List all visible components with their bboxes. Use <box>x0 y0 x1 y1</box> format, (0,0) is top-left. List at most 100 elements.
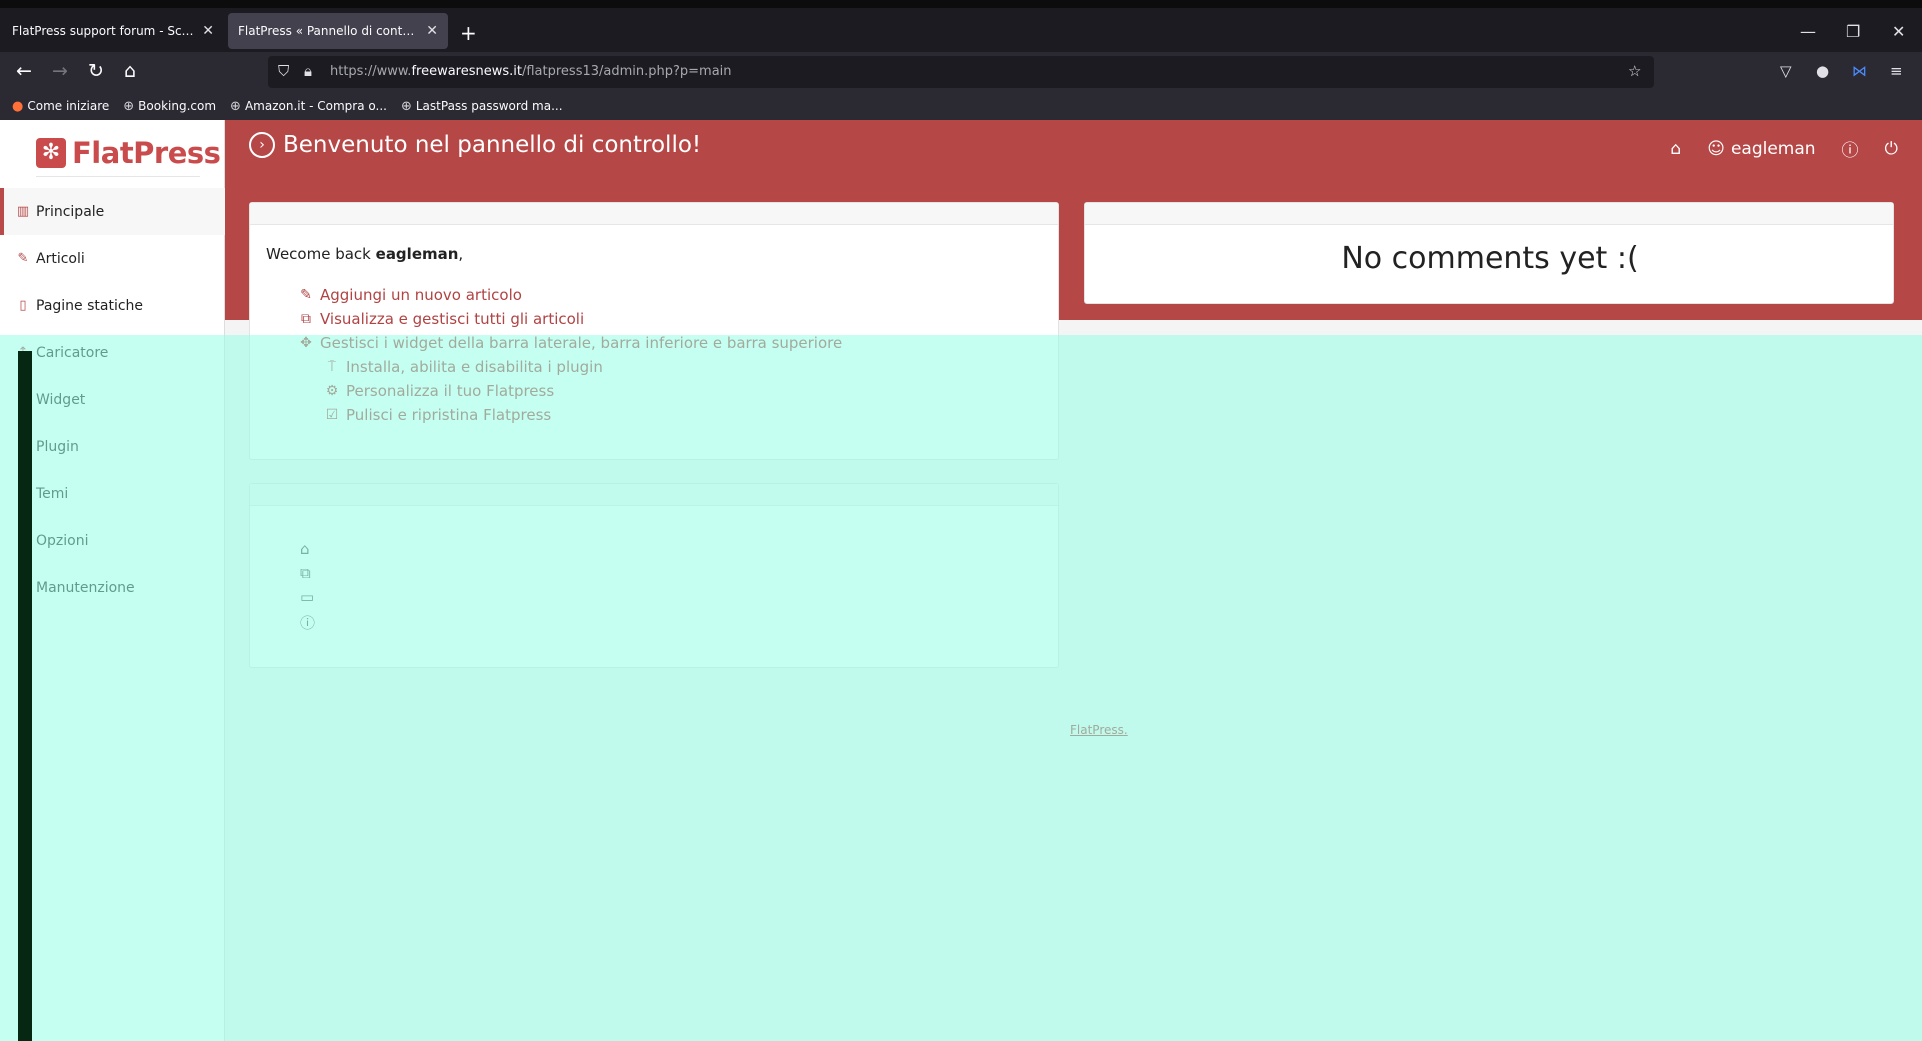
home-icon[interactable]: ⌂ <box>300 540 315 564</box>
globe-icon: ⊕ <box>123 98 135 114</box>
sidebar-item-label: Articoli <box>36 250 85 267</box>
sidebar-item-label: Opzioni <box>36 532 89 549</box>
nav-bar: ← → ↻ ⌂ ⛉ 🔒︎ https://www.freewaresnews.i… <box>0 52 1922 92</box>
bookmark-item[interactable]: ⊕ Booking.com <box>123 99 216 114</box>
lock-icon[interactable]: 🔒︎ <box>304 62 312 80</box>
document-icon: ▯ <box>19 298 27 313</box>
browser-chrome: FlatPress support forum - Scrivi un mess… <box>0 0 1922 120</box>
menu-icon[interactable]: ≡ <box>1890 62 1903 80</box>
reload-icon[interactable]: ↻ <box>88 60 104 82</box>
help-icon[interactable]: ⓘ <box>300 612 315 636</box>
tab-bar: FlatPress support forum - Scrivi un mess… <box>0 8 1922 52</box>
forward-icon[interactable]: → <box>52 60 68 82</box>
sidebar-item-label: Manutenzione <box>36 579 135 596</box>
flatpress-logo[interactable]: ✻ FlatPress <box>36 128 221 178</box>
grammarly-icon[interactable]: ● <box>1816 62 1829 80</box>
tab-label: FlatPress « Pannello di controllo « Prin… <box>238 24 418 38</box>
user-menu[interactable]: ☺ eagleman <box>1707 139 1815 159</box>
pen-icon: ✎ <box>17 251 29 266</box>
url-text: https://www.freewaresnews.it/flatpress13… <box>330 64 732 79</box>
sidebar-item-label: Caricatore <box>36 344 109 361</box>
sidebar-item-label: Plugin <box>36 438 79 455</box>
bookmark-item[interactable]: ● Come iniziare <box>12 99 109 114</box>
header-actions: ⌂ ☺ eagleman ⓘ ⏻ <box>1670 136 1898 162</box>
sidebar-item-articoli[interactable]: ✎ Articoli <box>0 235 225 282</box>
chart-icon: ▥ <box>16 204 30 219</box>
sidebar-item-label: Widget <box>36 391 86 408</box>
comment-icon[interactable]: ▭ <box>300 588 315 612</box>
shield-icon[interactable]: ⛉ <box>278 62 289 80</box>
window-close-icon[interactable]: ✕ <box>1892 22 1905 41</box>
copy-icon: ⧉ <box>301 311 311 327</box>
username: eagleman <box>1730 138 1816 159</box>
card-header <box>250 203 1058 225</box>
admin-sidebar: ✻ FlatPress ▥ Principale ✎ Articoli ▯ Pa… <box>0 120 225 1041</box>
back-icon[interactable]: ← <box>16 60 32 82</box>
logo-mark-icon: ✻ <box>36 138 66 168</box>
sidebar-item-pagine-statiche[interactable]: ▯ Pagine statiche <box>0 282 225 329</box>
copy-icon[interactable]: ⧉ <box>300 564 315 588</box>
pocket-icon[interactable]: ▽ <box>1780 62 1792 80</box>
edit-icon: ✎ <box>300 287 312 303</box>
restore-icon[interactable]: ❐ <box>1846 22 1860 41</box>
action-add-article[interactable]: ✎ Aggiungi un nuovo articolo <box>298 283 842 307</box>
close-icon[interactable]: ✕ <box>202 23 214 39</box>
sidebar-item-label: Temi <box>36 485 69 502</box>
logo-text: FlatPress <box>72 136 221 170</box>
page-viewport: ✻ FlatPress ▥ Principale ✎ Articoli ▯ Pa… <box>0 120 1922 1041</box>
quick-link-icons: ⌂ ⧉ ▭ ⓘ <box>300 540 315 636</box>
action-plugins[interactable]: ⍑ Installa, abilita e disabilita i plugin <box>298 355 842 379</box>
sidebar-menu: ▥ Principale ✎ Articoli ▯ Pagine statich… <box>0 188 225 611</box>
divider <box>36 176 200 177</box>
action-manage-articles[interactable]: ⧉ Visualizza e gestisci tutti gli articol… <box>298 307 842 331</box>
sidebar-item-plugin[interactable]: ⍑ Plugin <box>0 423 225 470</box>
firefox-icon: ● <box>12 98 24 114</box>
sidebar-item-label: Principale <box>36 203 105 220</box>
tab-label: FlatPress support forum - Scrivi un mess… <box>12 24 194 38</box>
home-icon[interactable]: ⌂ <box>1670 139 1681 159</box>
power-icon[interactable]: ⏻ <box>1885 139 1898 159</box>
sidebar-item-label: Pagine statiche <box>36 297 144 314</box>
url-bar[interactable]: ⛉ 🔒︎ https://www.freewaresnews.it/flatpr… <box>268 56 1654 88</box>
globe-icon: ⊕ <box>400 98 412 114</box>
gear-icon: ⚙︎ <box>325 383 339 399</box>
welcome-card: Wecome back eagleman, ✎ Aggiungi un nuovo… <box>249 202 1059 460</box>
action-customize[interactable]: ⚙︎ Personalizza il tuo Flatpress <box>298 379 842 403</box>
checkbox-icon: ☑ <box>325 407 339 423</box>
sidebar-item-opzioni[interactable]: ⚙︎ Opzioni <box>0 517 225 564</box>
plug-icon: ⍑ <box>327 359 337 375</box>
admin-header: › Benvenuto nel pannello di controllo! ⌂… <box>225 120 1922 177</box>
globe-icon: ⊕ <box>230 98 241 114</box>
sidebar-item-principale[interactable]: ▥ Principale <box>0 188 225 235</box>
glitch-bar <box>18 351 32 1041</box>
quick-actions: ✎ Aggiungi un nuovo articolo ⧉ Visualizza … <box>298 283 842 427</box>
sidebar-item-temi[interactable]: ◍ Temi <box>0 470 225 517</box>
home-icon[interactable]: ⌂ <box>124 60 136 82</box>
sidebar-item-widget[interactable]: ✥ Widget <box>0 376 225 423</box>
bookmarks-bar: ● Come iniziare ⊕ Booking.com ⊕ Amazon.it -… <box>0 92 1922 120</box>
extension-icon[interactable]: ⋈ <box>1852 62 1867 80</box>
links-card: ⌂ ⧉ ▭ ⓘ <box>249 483 1059 668</box>
action-maintenance[interactable]: ☑ Pulisci e ripristina Flatpress <box>298 403 842 427</box>
card-header <box>250 484 1058 506</box>
user-icon: ☺ <box>1707 138 1725 159</box>
sidebar-item-manutenzione[interactable]: ☑ Manutenzione <box>0 564 225 611</box>
comments-card: No comments yet :( <box>1084 202 1894 304</box>
card-header <box>1085 203 1893 225</box>
title-strip <box>0 0 1922 8</box>
bookmark-star-icon[interactable]: ☆ <box>1628 62 1641 80</box>
minimize-icon[interactable]: — <box>1800 22 1816 41</box>
no-comments-message: No comments yet :( <box>1341 241 1639 276</box>
action-manage-widgets[interactable]: ✥ Gestisci i widget della barra laterale,… <box>298 331 842 355</box>
browser-tab-admin[interactable]: FlatPress « Pannello di controllo « Prin… <box>228 13 448 49</box>
bookmark-item[interactable]: ⊕ Amazon.it - Compra o... <box>230 99 387 114</box>
new-tab-icon[interactable]: + <box>460 21 477 45</box>
page-title: › Benvenuto nel pannello di controllo! <box>249 132 701 158</box>
sidebar-item-caricatore[interactable]: ⇡ Caricatore <box>0 329 225 376</box>
help-icon[interactable]: ⓘ <box>1842 136 1859 161</box>
footer-link[interactable]: FlatPress <box>1070 723 1124 737</box>
close-icon[interactable]: ✕ <box>426 23 438 39</box>
bookmark-item[interactable]: ⊕ LastPass password ma... <box>401 99 563 114</box>
chevron-circle-icon: › <box>249 132 275 158</box>
browser-tab-forum[interactable]: FlatPress support forum - Scrivi un mess… <box>2 13 224 49</box>
